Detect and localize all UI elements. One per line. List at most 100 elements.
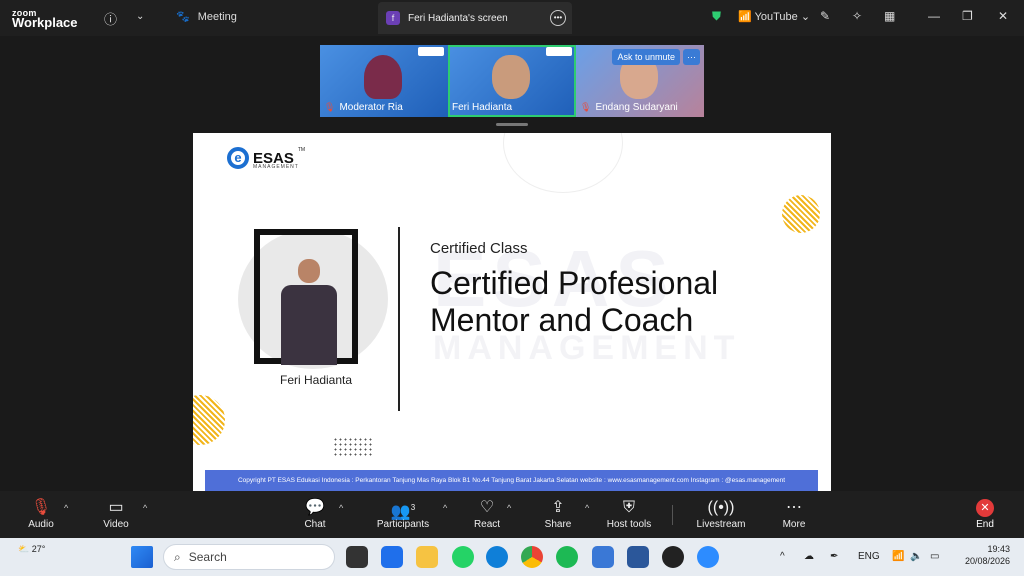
meeting-controls: 🎙 Audio ^ ▭ Video ^ 💬 Chat ^ 👥3 Particip… [0, 491, 1024, 538]
ask-to-unmute-button[interactable]: Ask to unmute [612, 49, 680, 65]
weather-icon: ⛅ [18, 544, 30, 554]
clock[interactable]: 19:43 20/08/2026 [958, 544, 1010, 566]
language-indicator[interactable]: ENG [858, 551, 880, 562]
react-label: React [473, 519, 501, 530]
task-view-icon[interactable] [346, 546, 368, 568]
chevron-up-icon[interactable]: ^ [64, 503, 68, 513]
participant-name: Moderator Ria [339, 102, 403, 113]
react-button[interactable]: ♡ React [452, 497, 522, 530]
participants-icon: 👥3 [390, 503, 416, 521]
host-tools-button[interactable]: ⛨ Host tools [594, 497, 664, 530]
strip-drag-handle[interactable] [496, 123, 528, 126]
presenter-name: Feri Hadianta [280, 373, 353, 387]
pen-icon[interactable]: ✎ [820, 9, 830, 23]
chat-button[interactable]: 💬 Chat [280, 497, 350, 530]
share-label: Share [544, 519, 572, 530]
participant-name: Endang Sudaryani [595, 102, 678, 113]
participant-name-row: Feri Hadianta [452, 102, 512, 113]
cloud-icon[interactable]: ☁ [804, 551, 814, 562]
chevron-up-icon[interactable]: ^ [443, 503, 447, 513]
avatar [364, 55, 402, 99]
participant-name-row: 🎙 Endang Sudaryani [580, 102, 678, 113]
presenter-photo [281, 259, 337, 369]
whatsapp-icon[interactable] [452, 546, 474, 568]
paw-icon: 🐾 [176, 11, 190, 23]
chevron-down-icon[interactable]: ⌄ [136, 11, 144, 22]
participant-name-row: 🎙 Moderator Ria [324, 102, 403, 113]
search-icon: ⌕ [174, 549, 181, 564]
minimize-icon[interactable]: — [928, 9, 940, 23]
chrome-icon[interactable] [521, 546, 543, 568]
chevron-up-icon[interactable]: ^ [339, 503, 343, 513]
title-bar: zoom Workplace ⓘ ⌄ 🐾 Meeting f Feri Hadi… [0, 0, 1024, 36]
heart-icon: ♡ [479, 499, 495, 516]
more-icon: ⋯ [786, 499, 802, 516]
brand-bottom: Workplace [12, 15, 78, 30]
close-icon[interactable]: ✕ [998, 9, 1008, 23]
windows-start-icon[interactable] [131, 546, 153, 568]
taskbar-search[interactable]: ⌕ Search [163, 544, 335, 570]
muted-mic-icon: 🎙 [324, 102, 336, 112]
volume-icon[interactable]: 🔈 [910, 551, 922, 562]
file-explorer-icon[interactable] [416, 546, 438, 568]
livestream-button[interactable]: ((•)) Livestream [686, 497, 756, 530]
spotify-icon[interactable] [556, 546, 578, 568]
participant-tile[interactable]: 🎙 Moderator Ria [320, 45, 448, 117]
tab-title: Feri Hadianta's screen [408, 12, 508, 24]
logo-badge [546, 47, 572, 56]
chevron-up-icon[interactable]: ^ [507, 503, 511, 513]
pen-icon[interactable]: ✒ [830, 551, 838, 562]
share-button[interactable]: ⇪ Share [523, 497, 593, 530]
avatar [492, 55, 530, 99]
esas-e-icon: e [227, 147, 249, 169]
logo-badge [418, 47, 444, 56]
sparkle-icon[interactable]: ✧ [852, 9, 862, 23]
zoom-icon[interactable] [697, 546, 719, 568]
broadcast-icon: 📶 [738, 11, 752, 23]
more-options-icon[interactable]: ••• [550, 10, 566, 26]
participants-button[interactable]: 👥3 Participants [368, 497, 438, 530]
participant-tile[interactable]: Ask to unmute ··· 🎙 Endang Sudaryani [576, 45, 704, 117]
chevron-up-icon[interactable]: ^ [143, 503, 147, 513]
audio-button[interactable]: 🎙 Audio [6, 497, 76, 530]
video-label: Video [103, 519, 129, 530]
grid-view-icon[interactable]: ▦ [884, 9, 895, 23]
chevron-up-icon[interactable]: ^ [585, 503, 589, 513]
more-button[interactable]: ⋯ More [759, 497, 829, 530]
meeting-button[interactable]: 🐾 Meeting [176, 10, 237, 24]
battery-icon[interactable]: ▭ [930, 551, 939, 562]
weather-widget[interactable]: ⛅ 27° [18, 544, 45, 555]
restore-icon[interactable]: ❐ [962, 9, 973, 23]
youtube-button[interactable]: 📶 YouTube ⌄ [738, 10, 810, 23]
decor-circle-yellow [193, 395, 225, 445]
participant-name: Feri Hadianta [452, 102, 513, 113]
zoom-logo: zoom Workplace [12, 8, 78, 30]
word-icon[interactable] [627, 546, 649, 568]
shield-icon: ⛨ [622, 499, 635, 516]
screen-share-tab[interactable]: f Feri Hadianta's screen ••• [378, 2, 572, 34]
photos-icon[interactable] [592, 546, 614, 568]
share-screen-icon: ⇪ [551, 499, 565, 516]
date: 20/08/2026 [964, 556, 1010, 566]
camera-icon: ▭ [108, 499, 124, 516]
participant-tile-active[interactable]: Feri Hadianta [448, 45, 576, 117]
chevron-down-icon: ⌄ [800, 11, 811, 23]
decor-circle [503, 133, 623, 193]
media-player-icon[interactable] [662, 546, 684, 568]
wifi-icon[interactable]: 📶 [892, 551, 904, 562]
logo-tm: TM [297, 147, 306, 153]
divider [398, 227, 400, 411]
store-icon[interactable] [381, 546, 403, 568]
info-icon[interactable]: ⓘ [104, 9, 117, 28]
chat-label: Chat [304, 519, 326, 530]
more-label: More [782, 519, 806, 530]
participant-more-button[interactable]: ··· [683, 49, 700, 65]
edge-icon[interactable] [486, 546, 508, 568]
end-button[interactable]: ✕ End [960, 497, 1010, 530]
video-button[interactable]: ▭ Video [81, 497, 151, 530]
chevron-up-icon[interactable]: ^ [780, 551, 785, 562]
shield-icon[interactable]: ⛊ [712, 9, 721, 24]
weather-temp: 27° [31, 544, 46, 554]
slide-title: Certified Profesional Mentor and Coach [430, 265, 718, 339]
participant-strip: 🎙 Moderator Ria Feri Hadianta Ask to unm… [320, 45, 704, 117]
